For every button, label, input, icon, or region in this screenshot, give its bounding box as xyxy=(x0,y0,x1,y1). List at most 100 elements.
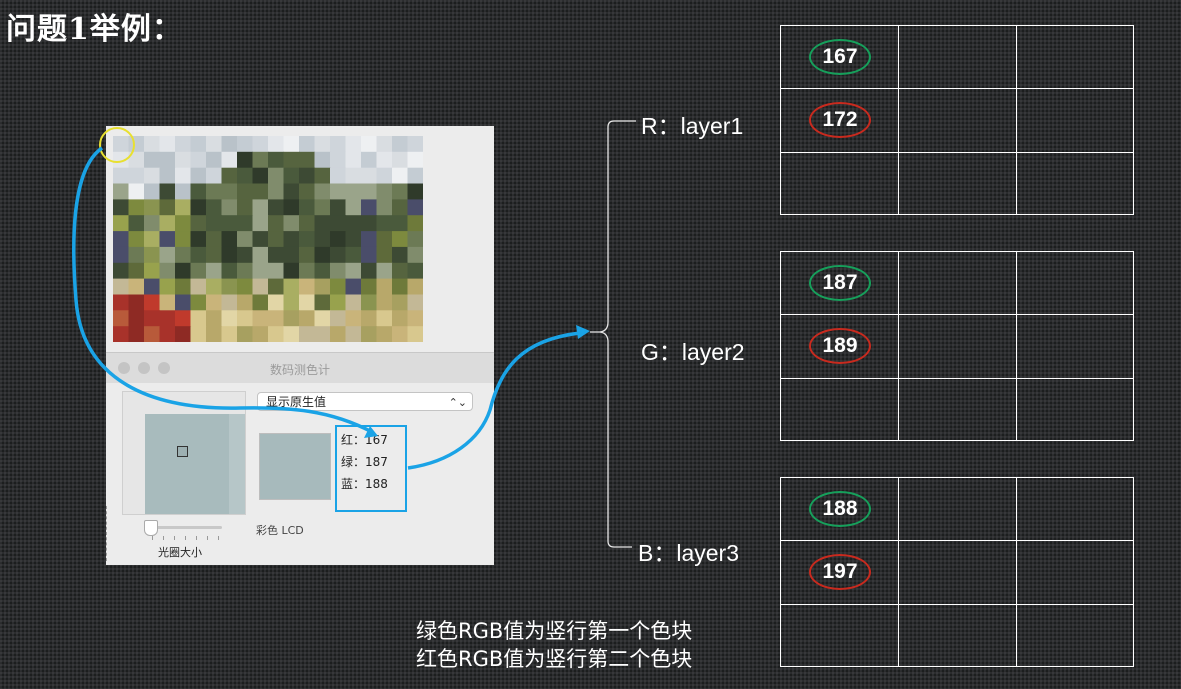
mosaic-pixel xyxy=(159,167,176,185)
mosaic-pixel xyxy=(237,246,254,264)
mosaic-pixel xyxy=(237,199,254,216)
mosaic-pixel xyxy=(128,199,145,216)
mosaic-pixel xyxy=(237,167,254,185)
mosaic-pixel xyxy=(237,231,254,248)
mosaic-pixel xyxy=(144,215,161,232)
mosaic-pixel xyxy=(407,231,423,248)
mosaic-pixel xyxy=(299,294,316,311)
mosaic-pixel xyxy=(330,326,347,342)
mosaic-pixel xyxy=(128,136,145,153)
mosaic-pixel xyxy=(376,278,393,295)
mosaic-pixel xyxy=(361,278,378,295)
mosaic-pixel xyxy=(128,310,145,327)
mosaic-pixel xyxy=(128,262,145,280)
mosaic-pixel xyxy=(144,199,161,216)
grid-cell xyxy=(1017,379,1133,440)
mosaic-pixel xyxy=(283,136,300,153)
mosaic-pixel xyxy=(407,294,423,311)
display-profile-label: 彩色 LCD xyxy=(256,524,304,537)
mosaic-pixel xyxy=(392,231,409,248)
meter-window-title: 数码测色计 xyxy=(269,363,330,377)
mosaic-pixel xyxy=(206,294,223,311)
mosaic-pixel xyxy=(314,215,331,232)
mosaic-pixel xyxy=(113,215,130,232)
mosaic-pixel xyxy=(159,136,176,153)
mosaic-pixel xyxy=(128,326,145,342)
mosaic-pixel xyxy=(330,167,347,185)
aperture-size-label: 光圈大小 xyxy=(158,546,202,559)
mosaic-pixel xyxy=(175,183,192,200)
green-readout: 绿：187 xyxy=(341,455,388,469)
mosaic-pixel xyxy=(206,246,223,264)
mosaic-pixel xyxy=(221,136,238,153)
mosaic-pixel xyxy=(345,215,362,232)
layer-label-r: R：layer1 xyxy=(641,113,744,139)
mosaic-pixel xyxy=(376,183,393,200)
mosaic-pixel xyxy=(407,310,423,327)
grid-cell xyxy=(1017,541,1133,605)
grid-cell xyxy=(899,541,1017,605)
mosaic-pixel xyxy=(175,199,192,216)
mosaic-pixel xyxy=(407,136,423,153)
mosaic-pixel xyxy=(190,326,207,342)
mosaic-pixel xyxy=(190,136,207,153)
mosaic-pixel xyxy=(190,231,207,248)
mosaic-pixel xyxy=(283,151,300,169)
mosaic-pixel xyxy=(330,151,347,169)
mode-select[interactable]: 显示原生值 ⌃⌄ xyxy=(257,392,473,411)
mosaic-pixel xyxy=(144,294,161,311)
mosaic-pixel xyxy=(376,246,393,264)
mosaic-pixel xyxy=(128,215,145,232)
mosaic-pixel xyxy=(268,231,285,248)
mosaic-pixel xyxy=(113,151,130,169)
mode-select-value: 显示原生值 xyxy=(266,395,327,409)
mosaic-pixel xyxy=(407,199,423,216)
mosaic-pixel xyxy=(330,231,347,248)
mosaic-pixel xyxy=(252,167,269,185)
mosaic-pixel xyxy=(144,151,161,169)
mosaic-pixel xyxy=(376,167,393,185)
mosaic-pixel xyxy=(361,262,378,280)
layer-grid-b: 188 197 xyxy=(780,477,1134,667)
mosaic-pixel xyxy=(206,215,223,232)
mosaic-pixel xyxy=(299,246,316,264)
mosaic-pixel xyxy=(113,199,130,216)
mosaic-pixel xyxy=(113,326,130,342)
grid-cell: 172 xyxy=(781,89,899,153)
mosaic-pixel xyxy=(392,326,409,342)
mosaic-pixel xyxy=(392,199,409,216)
mosaic-pixel xyxy=(144,326,161,342)
grid-cell xyxy=(1017,252,1133,315)
mosaic-pixel xyxy=(252,246,269,264)
mosaic-pixel xyxy=(314,231,331,248)
mosaic-pixel xyxy=(299,167,316,185)
mosaic-pixel xyxy=(237,215,254,232)
mosaic-pixel xyxy=(392,183,409,200)
mosaic-pixel xyxy=(268,215,285,232)
mosaic-pixel xyxy=(175,231,192,248)
mosaic-pixel xyxy=(376,310,393,327)
mosaic-pixel xyxy=(190,278,207,295)
mosaic-pixel xyxy=(407,262,423,280)
mosaic-pixel xyxy=(268,326,285,342)
mosaic-pixel xyxy=(128,167,145,185)
mosaic-pixel xyxy=(113,246,130,264)
grid-cell xyxy=(1017,26,1133,89)
mosaic-pixel xyxy=(361,151,378,169)
mosaic-pixel xyxy=(345,262,362,280)
mosaic-pixel xyxy=(299,326,316,342)
mosaic-pixel xyxy=(237,294,254,311)
mosaic-pixel xyxy=(159,310,176,327)
mosaic-pixel xyxy=(159,278,176,295)
select-chevron-icon: ⌃⌄ xyxy=(448,396,467,409)
mosaic-pixel xyxy=(314,167,331,185)
mosaic-pixel xyxy=(206,167,223,185)
mosaic-pixel xyxy=(144,231,161,248)
mosaic-pixel xyxy=(392,167,409,185)
mosaic-pixel xyxy=(252,310,269,327)
mosaic-pixel xyxy=(345,231,362,248)
aperture-slider-knob[interactable] xyxy=(144,520,158,536)
aperture-slider-track[interactable] xyxy=(150,526,222,529)
mosaic-pixel xyxy=(392,278,409,295)
mosaic-pixel xyxy=(175,246,192,264)
